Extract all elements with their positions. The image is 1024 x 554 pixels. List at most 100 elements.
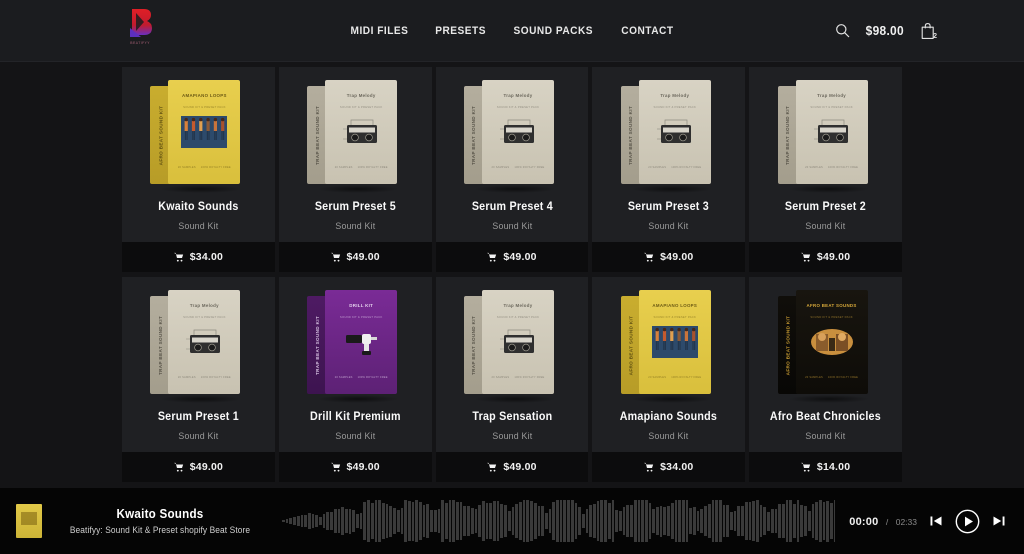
product-image[interactable]: AFRO BEAT SOUND KIT AFRO BEAT SOUNDS SOUND…	[749, 277, 902, 407]
product-image[interactable]: AFRO BEAT SOUND KIT AMAPIANO LOOPS SOUND K…	[122, 67, 275, 197]
waveform-bar	[563, 500, 567, 542]
waveform-bar	[337, 509, 341, 533]
waveform-bar	[574, 502, 578, 540]
product-card[interactable]: TRAP BEAT SOUND KIT Trap Melody SOUND KIT …	[435, 67, 589, 272]
waveform-bar	[293, 517, 296, 525]
product-title: Serum Preset 4	[471, 201, 553, 213]
add-to-cart-button[interactable]: $49.00	[122, 452, 275, 482]
cart-icon	[330, 252, 340, 262]
audio-waveform[interactable]	[282, 499, 836, 543]
waveform-bar	[493, 500, 496, 542]
product-title: Serum Preset 3	[628, 201, 710, 213]
next-track-button[interactable]	[992, 514, 1006, 528]
header-actions: $98.00 2	[835, 22, 937, 40]
product-image[interactable]: AFRO BEAT SOUND KIT AMAPIANO LOOPS SOUND K…	[592, 277, 745, 407]
box-spine-label: TRAP BEAT SOUND KIT	[471, 315, 477, 375]
product-image[interactable]: TRAP BEAT SOUND KIT Trap Melody SOUND KIT …	[749, 67, 902, 197]
product-image[interactable]: TRAP BEAT SOUND KIT Trap Melody SOUND KIT …	[122, 277, 275, 407]
product-card[interactable]: TRAP BEAT SOUND KIT Trap Melody SOUND KIT …	[592, 67, 746, 272]
boombox-illustration	[495, 115, 541, 149]
waveform-bar	[607, 502, 611, 540]
waveform-bar	[304, 515, 307, 527]
nav-item-presets[interactable]: PRESETS	[435, 25, 486, 37]
waveform-bar	[715, 500, 718, 542]
product-card[interactable]: AFRO BEAT SOUND KIT AFRO BEAT SOUNDS SOUND…	[749, 277, 902, 482]
add-to-cart-button[interactable]: $34.00	[122, 242, 275, 272]
product-grid: AFRO BEAT SOUND KIT AMAPIANO LOOPS SOUND K…	[122, 67, 902, 482]
waveform-bar	[393, 507, 396, 535]
track-artwork	[16, 504, 42, 538]
add-to-cart-button[interactable]: $49.00	[278, 452, 432, 482]
box-shadow	[473, 185, 556, 193]
waveform-bar	[689, 507, 693, 535]
previous-track-button[interactable]	[929, 514, 943, 528]
waveform-bar	[319, 516, 322, 526]
waveform-bar	[648, 503, 652, 539]
add-to-cart-button[interactable]: $34.00	[592, 452, 746, 482]
waveform-bar	[430, 509, 433, 533]
product-image[interactable]: TRAP BEAT SOUND KIT DRILL KIT SOUND KIT & …	[279, 277, 432, 407]
product-image[interactable]: TRAP BEAT SOUND KIT Trap Melody SOUND KIT …	[592, 67, 745, 197]
add-to-cart-button[interactable]: $49.00	[435, 242, 589, 272]
box-shadow	[473, 395, 556, 403]
add-to-cart-button[interactable]: $49.00	[592, 242, 746, 272]
waveform-bar	[778, 504, 781, 538]
product-card[interactable]: TRAP BEAT SOUND KIT DRILL KIT SOUND KIT & …	[278, 277, 432, 482]
cart-total[interactable]: $98.00	[866, 23, 904, 38]
box-face-footer: 20 SAMPLES 100% ROYALTY FREE	[325, 166, 397, 169]
search-icon[interactable]	[835, 23, 850, 38]
nav-item-contact[interactable]: CONTACT	[621, 25, 673, 37]
add-to-cart-button[interactable]: $49.00	[435, 452, 589, 482]
product-subtitle: Sound Kit	[805, 431, 846, 442]
waveform-bar	[696, 511, 700, 531]
box-face-title: Trap Melody	[346, 93, 376, 98]
product-card[interactable]: AFRO BEAT SOUND KIT AMAPIANO LOOPS SOUND K…	[122, 67, 275, 272]
waveform-bar	[541, 505, 544, 537]
waveform-bar	[730, 511, 733, 531]
cart-button[interactable]: 2	[920, 22, 937, 40]
play-button[interactable]	[955, 509, 980, 534]
waveform-bar	[826, 500, 830, 542]
box-spine-label: AFRO BEAT SOUND KIT	[628, 315, 634, 375]
box-face-footer: 20 SAMPLES 100% ROYALTY FREE	[482, 376, 554, 379]
product-subtitle: Sound Kit	[805, 221, 846, 232]
waveform-bar	[626, 505, 630, 537]
product-card[interactable]: TRAP BEAT SOUND KIT Trap Melody SOUND KIT …	[278, 67, 432, 272]
box-face: Trap Melody SOUND KIT & PRESET PACK 20 SAM…	[481, 80, 554, 184]
product-card[interactable]: AFRO BEAT SOUND KIT AMAPIANO LOOPS SOUND K…	[592, 277, 746, 482]
cart-icon	[644, 252, 654, 262]
waveform-bar	[481, 501, 485, 541]
box-badge-royalty: 100% ROYALTY FREE	[671, 376, 702, 379]
add-to-cart-button[interactable]: $14.00	[749, 452, 902, 482]
product-image[interactable]: TRAP BEAT SOUND KIT Trap Melody SOUND KIT …	[436, 67, 589, 197]
waveform-bar	[315, 515, 319, 527]
product-card[interactable]: TRAP BEAT SOUND KIT Trap Melody SOUND KIT …	[122, 277, 275, 482]
product-card[interactable]: TRAP BEAT SOUND KIT Trap Melody SOUND KIT …	[435, 277, 589, 482]
audio-player-bar: Kwaito Sounds Beatifyy: Sound Kit & Pres…	[0, 488, 1024, 554]
product-image[interactable]: TRAP BEAT SOUND KIT Trap Melody SOUND KIT …	[279, 67, 432, 197]
waveform-bar	[348, 508, 352, 534]
add-to-cart-button[interactable]: $49.00	[278, 242, 432, 272]
box-badge-samples: 20 SAMPLES	[491, 166, 510, 169]
waveform-bar	[544, 512, 548, 530]
box-face-title: Trap Melody	[503, 93, 533, 98]
box-badge-royalty: 100% ROYALTY FREE	[671, 166, 702, 169]
waveform-bar	[352, 510, 356, 532]
logo-caption: BEATIFYY	[130, 41, 150, 45]
product-card[interactable]: TRAP BEAT SOUND KIT Trap Melody SOUND KIT …	[749, 67, 902, 272]
product-box-art: TRAP BEAT SOUND KIT Trap Melody SOUND KIT …	[307, 80, 403, 193]
previous-track-icon	[930, 516, 942, 526]
box-spine: TRAP BEAT SOUND KIT	[307, 86, 328, 184]
waveform-bar	[556, 500, 559, 542]
waveform-bar	[589, 505, 593, 537]
product-image[interactable]: TRAP BEAT SOUND KIT Trap Melody SOUND KIT …	[436, 277, 589, 407]
nav-item-sound-packs[interactable]: SOUND PACKS	[514, 25, 594, 37]
box-spine: TRAP BEAT SOUND KIT	[620, 86, 641, 184]
nav-item-midi-files[interactable]: MIDI FILES	[351, 25, 409, 37]
product-subtitle: Sound Kit	[648, 221, 689, 232]
box-shadow	[787, 395, 870, 403]
waveform-bar	[552, 502, 556, 540]
box-face-title: Trap Melody	[503, 303, 533, 308]
add-to-cart-button[interactable]: $49.00	[749, 242, 902, 272]
product-title: Serum Preset 5	[314, 201, 396, 213]
